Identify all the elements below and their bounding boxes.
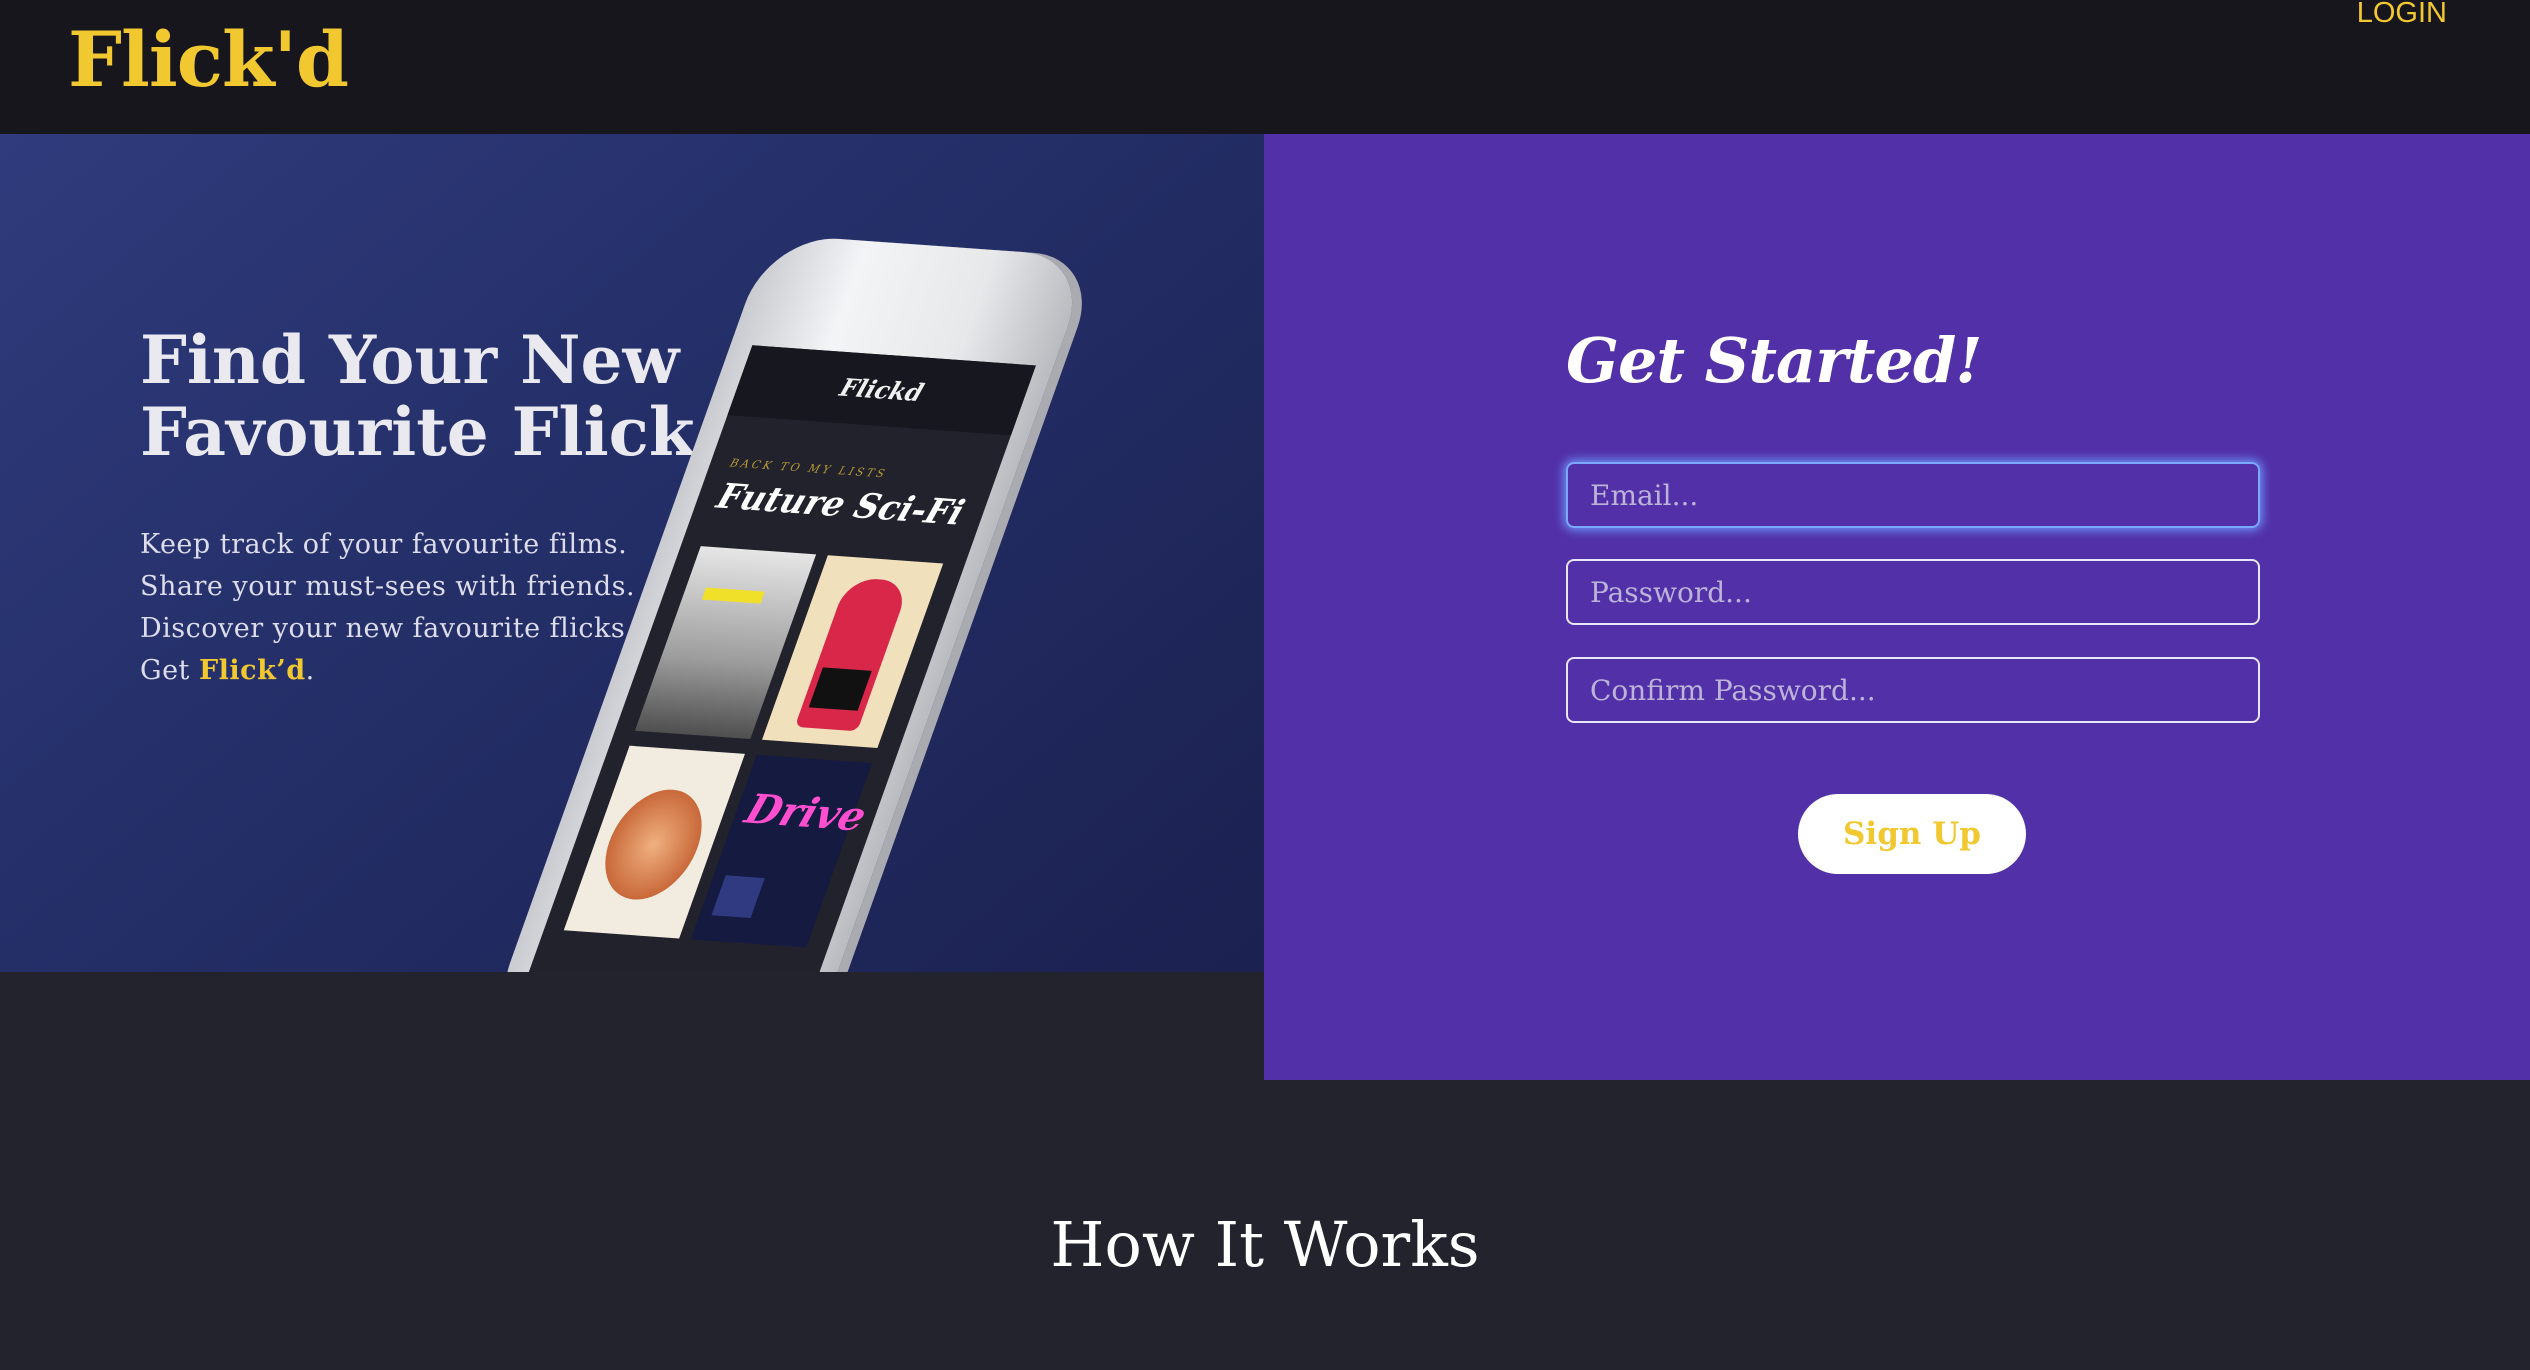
hero-line-4: Get Flick’d. [140, 650, 635, 692]
hero-section: Find Your New Favourite Flick. Keep trac… [0, 134, 1264, 972]
hero-title-line-1: Find Your New [140, 321, 680, 399]
cta-prefix: Get [140, 655, 199, 686]
top-nav-bar: Flick'd LOGIN [0, 0, 2530, 134]
site-logo[interactable]: Flick'd [68, 22, 349, 98]
cta-highlight: Flick’d [198, 655, 306, 686]
hero-description: Keep track of your favourite films. Shar… [140, 524, 635, 692]
confirm-password-input[interactable] [1566, 657, 2260, 723]
email-input[interactable] [1566, 462, 2260, 528]
signup-panel: Get Started! Sign Up [1264, 134, 2530, 1080]
password-input[interactable] [1566, 559, 2260, 625]
how-it-works-heading: How It Works [1050, 1208, 1480, 1281]
hero-line-3: Discover your new favourite flicks. [140, 613, 635, 644]
poster-face [589, 786, 718, 903]
poster-band [701, 587, 765, 604]
sign-up-button[interactable]: Sign Up [1798, 794, 2026, 874]
hero-line-1: Keep track of your favourite films. [140, 529, 628, 560]
poster-detail [711, 875, 765, 918]
poster-drive-title: Drive [739, 785, 873, 841]
hero-title-line-2: Favourite Flick. [140, 393, 718, 471]
phone-app-title: Flickd [727, 345, 1036, 436]
signup-title: Get Started! [1566, 324, 1983, 397]
hero-line-2: Share your must-sees with friends. [140, 571, 636, 602]
cta-suffix: . [305, 655, 315, 686]
phone-list-title: Future Sci-Fi [711, 476, 970, 534]
phone-back-link: BACK TO MY LISTS [728, 456, 890, 481]
login-link[interactable]: LOGIN [2357, 0, 2447, 30]
hero-title: Find Your New Favourite Flick. [140, 324, 760, 468]
